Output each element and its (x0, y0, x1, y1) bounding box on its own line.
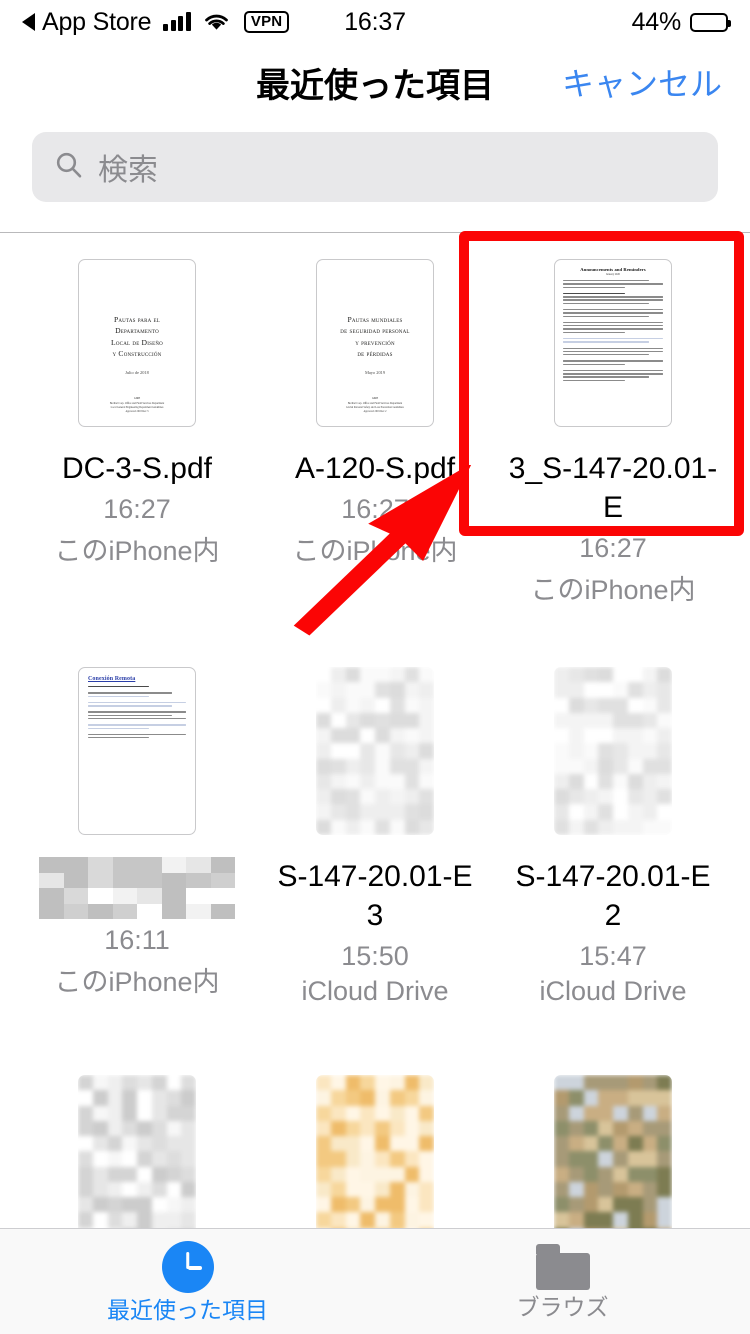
file-time-label: 16:27 (579, 533, 647, 564)
file-source-label: このiPhone内 (292, 529, 457, 568)
file-name-label: 3_S-147-20.01-E (505, 449, 721, 527)
document-body-lines (563, 280, 663, 381)
file-time-label: 16:27 (341, 494, 409, 525)
pixelated-thumbnail (78, 1075, 196, 1228)
files-app-recents-screen: App Store VPN 16:37 44% 最近使った項目 キャンセル 検索… (0, 0, 750, 1334)
document-title-text: Announcements and Reminders (563, 267, 663, 272)
status-bar-right: 44% (632, 8, 728, 37)
battery-percent-label: 44% (632, 8, 681, 37)
battery-icon (690, 13, 728, 32)
file-thumbnail[interactable] (78, 1075, 196, 1228)
search-bar-container: 検索 (0, 132, 750, 202)
tab-bar: 最近使った項目 ブラウズ (0, 1228, 750, 1334)
document-cover-preview: Pautas mundiales de seguridad personal y… (317, 260, 433, 426)
file-tile[interactable]: S-147-20.01-E 2 15:47 iCloud Drive (494, 659, 732, 1067)
tab-recents-label: 最近使った項目 (107, 1299, 268, 1322)
file-source-label: このiPhone内 (54, 960, 219, 999)
file-thumbnail[interactable]: Pautas para el Departamento Local de Dis… (78, 259, 196, 427)
file-source-label: このiPhone内 (54, 529, 219, 568)
navigation-bar: 最近使った項目 キャンセル (0, 44, 750, 120)
back-caret-icon[interactable] (22, 13, 35, 31)
cover-date-text: Mayo 2019 (365, 370, 385, 375)
pixelated-thumbnail (554, 667, 672, 835)
search-input[interactable]: 検索 (32, 132, 718, 202)
clock-icon (162, 1241, 214, 1293)
document-cover-preview: Pautas para el Departamento Local de Dis… (79, 260, 195, 426)
file-thumbnail[interactable] (554, 667, 672, 835)
cancel-button[interactable]: キャンセル (562, 59, 722, 105)
file-name-label: S-147-20.01-E 3 (267, 857, 483, 935)
file-thumbnail[interactable] (554, 1075, 672, 1228)
vpn-badge: VPN (244, 11, 289, 33)
search-icon (54, 150, 84, 185)
file-source-label: iCloud Drive (301, 976, 448, 1007)
status-bar-left[interactable]: App Store VPN (22, 8, 289, 37)
document-text-preview: Announcements and Reminders January 2020 (555, 260, 671, 426)
file-tile[interactable] (18, 1067, 256, 1228)
file-tile-highlighted[interactable]: Announcements and Reminders January 2020 (494, 251, 732, 659)
file-source-label: iCloud Drive (539, 976, 686, 1007)
file-name-redacted (39, 857, 235, 919)
file-tile[interactable]: Pautas mundiales de seguridad personal y… (256, 251, 494, 659)
file-time-label: 16:11 (104, 925, 170, 956)
cellular-signal-icon (163, 13, 191, 31)
file-tile[interactable] (256, 1067, 494, 1228)
document-remote-preview: Conexión Remota (79, 668, 195, 834)
tab-recents[interactable]: 最近使った項目 (0, 1229, 375, 1334)
document-body-lines (88, 686, 186, 738)
status-bar: App Store VPN 16:37 44% (0, 0, 750, 44)
recents-file-grid: Pautas para el Departamento Local de Dis… (0, 233, 750, 1228)
file-tile[interactable]: S-147-20.01-E 3 15:50 iCloud Drive (256, 659, 494, 1067)
file-tile[interactable] (494, 1067, 732, 1228)
file-name-label: DC-3-S.pdf (62, 449, 212, 488)
file-name-label: S-147-20.01-E 2 (505, 857, 721, 935)
pixelated-thumbnail (554, 1075, 672, 1228)
document-title-text: Conexión Remota (88, 676, 186, 682)
file-time-label: 15:47 (579, 941, 647, 972)
document-subtitle-text: January 2020 (563, 273, 663, 276)
pixelated-thumbnail (316, 1075, 434, 1228)
file-thumbnail[interactable]: Conexión Remota (78, 667, 196, 835)
file-thumbnail[interactable]: Announcements and Reminders January 2020 (554, 259, 672, 427)
wifi-icon (203, 12, 230, 32)
search-placeholder-text: 検索 (98, 145, 158, 189)
file-time-label: 16:27 (103, 494, 171, 525)
file-thumbnail[interactable] (316, 1075, 434, 1228)
cover-title-text: Pautas para el Departamento Local de Dis… (111, 314, 163, 360)
cover-footer-text: GIRH Bechtel Corp. Office and Field Servi… (346, 397, 404, 414)
cover-title-text: Pautas mundiales de seguridad personal y… (340, 314, 409, 360)
cover-footer-text: GIRH Bechtel Corp. Office and Field Servi… (110, 397, 164, 414)
file-tile[interactable]: Conexión Remota 16:11 このiPhone内 (18, 659, 256, 1067)
file-name-label: A-120-S.pdf (295, 449, 455, 488)
cover-date-text: Julio de 2018 (125, 370, 149, 375)
file-source-label: このiPhone内 (530, 568, 695, 607)
back-to-app-label[interactable]: App Store (42, 8, 151, 37)
file-thumbnail[interactable] (316, 667, 434, 835)
file-time-label: 15:50 (341, 941, 409, 972)
file-tile[interactable]: Pautas para el Departamento Local de Dis… (18, 251, 256, 659)
tab-browse[interactable]: ブラウズ (375, 1229, 750, 1334)
page-title: 最近使った項目 (256, 58, 494, 107)
file-thumbnail[interactable]: Pautas mundiales de seguridad personal y… (316, 259, 434, 427)
folder-icon (536, 1244, 590, 1290)
tab-browse-label: ブラウズ (517, 1296, 609, 1319)
pixelated-thumbnail (316, 667, 434, 835)
